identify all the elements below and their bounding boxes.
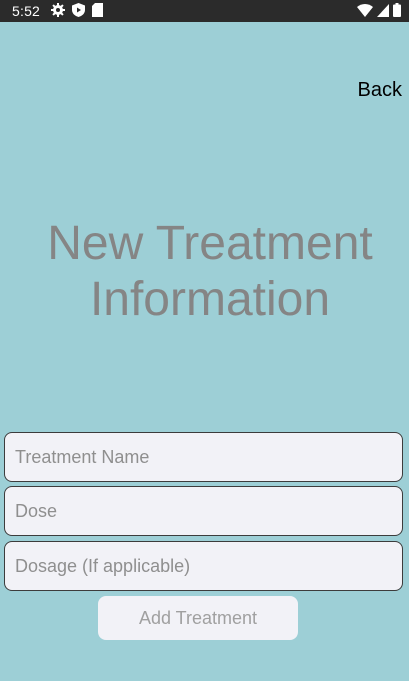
battery-icon [393,3,401,17]
status-icons-right [357,3,401,17]
treatment-name-field[interactable] [4,432,403,482]
dosage-input[interactable] [5,542,402,590]
dose-field[interactable] [4,486,403,536]
dosage-field[interactable] [4,541,403,591]
back-button[interactable]: Back [358,79,402,102]
dose-input[interactable] [5,487,402,535]
shield-play-icon [72,3,85,17]
settings-icon [51,3,65,17]
treatment-name-input[interactable] [5,433,402,481]
status-bar: 5:52 [0,0,409,22]
page-title: New Treatment Information [47,217,373,326]
status-icons-left [51,3,103,17]
add-treatment-button[interactable]: Add Treatment [98,596,298,640]
wifi-icon [357,3,373,17]
sd-card-icon [92,3,103,17]
status-time: 5:52 [12,3,41,19]
signal-icon [377,3,389,17]
